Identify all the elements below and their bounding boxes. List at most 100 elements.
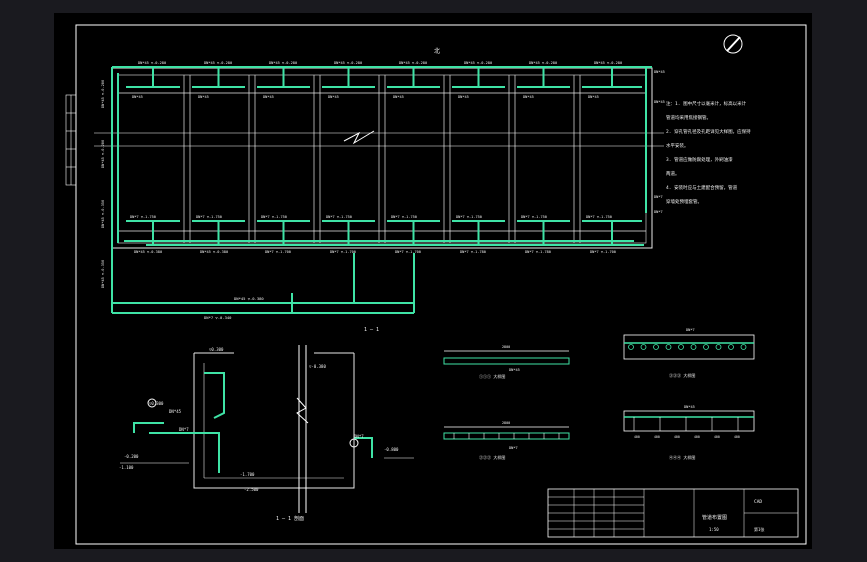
north-arrow-icon <box>723 34 743 54</box>
perforation-hole <box>740 344 747 350</box>
detail-pipe-label: DN*7 <box>509 446 518 450</box>
section-elevation: ▽0.300 <box>209 347 224 352</box>
bottom-pipe-label: DN*7 ▽-1.750 <box>521 215 547 219</box>
note-line: 管道均采用焦接钢管。 <box>666 114 711 121</box>
pipe-network <box>111 66 652 314</box>
section-view <box>120 345 414 513</box>
section-elevation: ▽0.300 <box>149 401 164 406</box>
main-pipe-label: DN*7 ▽-1.780 <box>525 250 551 254</box>
perforation-hole <box>703 344 709 350</box>
top-pipe-label: DN*45 ▽-0.280 <box>594 61 622 65</box>
note-line: 注：1. 图中尺寸以毫米计，标高以米计 <box>666 100 747 107</box>
section-pipe-label: DN*7 <box>354 434 364 439</box>
dimension: 400 <box>654 435 660 439</box>
section-pipe-label: DN*45 <box>169 409 182 414</box>
riser-label: DN*45 <box>263 95 274 99</box>
main-pipe-label: DN*7 ▽-1.700 <box>265 250 291 254</box>
main-pipe-label: DN*45 ▽-0.380 <box>134 250 162 254</box>
riser-label: DN*45 <box>132 95 143 99</box>
left-vertical-label: DN*45 ▽-0.350 <box>101 260 105 288</box>
riser-label: DN*45 <box>523 95 534 99</box>
section-title: 1 ─ 1 剖面 <box>276 515 304 522</box>
header-label: DN*45 ▽-0.380 <box>234 296 264 301</box>
title-block-text: 管道布置图 CAD 第1张 1:50 <box>702 499 764 532</box>
section-elevation: -0.200 <box>124 454 139 459</box>
note-line: 水平安装。 <box>666 142 689 149</box>
detail-drawings <box>443 334 755 440</box>
main-pipe-label: DN*7 ▽-1.700 <box>590 250 616 254</box>
perforation-hole <box>665 344 672 350</box>
sheet-number: 第1张 <box>754 526 764 532</box>
section-elevation: ▽-0.380 <box>309 364 326 369</box>
note-line: 穿墙处预埋套管。 <box>666 198 702 205</box>
scale: 1:50 <box>709 527 719 532</box>
dimension: 2800 <box>502 345 510 349</box>
top-pipe-label: DN*45 ▽-0.280 <box>399 61 427 65</box>
plan-title: 1 ─ 1 <box>364 327 379 333</box>
dimension: 2800 <box>502 421 510 425</box>
left-vertical-label: DN*45 ▽-0.280 <box>101 80 105 108</box>
riser-label: DN*45 <box>393 95 404 99</box>
detail-title: ②②② 大样图 <box>479 454 505 460</box>
detail-pipe-label: DN*7 <box>686 328 695 332</box>
main-pipe-label: DN*7 ▽-1.700 <box>395 250 421 254</box>
top-pipe-label: DN*45 ▽-0.280 <box>334 61 362 65</box>
perforation-hole <box>715 344 722 350</box>
note-line: 2. 穿孔管孔径及孔距详见大样图，应保持 <box>666 128 751 135</box>
main-pipe-label: DN*45 ▽-0.380 <box>200 250 228 254</box>
section-elevation: -1.100 <box>119 465 134 470</box>
note-line: 4. 安装时应与土建配合预留，管道 <box>666 184 738 191</box>
main-pipe-label: DN*7 ▽-1.780 <box>460 250 486 254</box>
right-side-label: DN*7 <box>654 210 663 214</box>
perforation-hole <box>640 344 647 350</box>
top-pipe-label: DN*45 ▽-0.280 <box>464 61 492 65</box>
bottom-pipe-label: DN*7 ▽-1.750 <box>196 215 222 219</box>
detail-pipe-label: DN*45 <box>509 368 520 372</box>
bottom-pipe-label: DN*7 ▽-1.750 <box>391 215 417 219</box>
cad-viewport[interactable]: DN*45 ▽-0.280 DN*45 DN*7 ▽-1.750 DN*45 ▽-0.… <box>0 0 867 562</box>
detail-title: ①①① 大样图 <box>479 373 505 379</box>
riser-label: DN*45 <box>328 95 339 99</box>
dimension: 400 <box>734 435 740 439</box>
section-labels: ▽0.300 -0.200 -1.100 -1.700 -2.500 ▽-0.380 -0.… <box>119 347 399 522</box>
drawing-canvas: DN*45 ▽-0.280 DN*45 DN*7 ▽-1.750 DN*45 ▽-0.… <box>65 24 807 545</box>
detail-pipe-label: DN*45 <box>684 405 695 409</box>
top-pipe-label: DN*45 ▽-0.280 <box>138 61 166 65</box>
main-pipe-label: DN*7 ▽-1.700 <box>330 250 356 254</box>
bottom-pipe-label: DN*7 ▽-1.750 <box>456 215 482 219</box>
detail-title: ③③③ 大样图 <box>669 372 695 378</box>
perforation-hole <box>628 344 634 350</box>
section-elevation: -0.800 <box>384 447 399 452</box>
right-side-label: DN*45 <box>654 100 665 104</box>
dimension: 400 <box>714 435 720 439</box>
dimension: 400 <box>634 435 640 439</box>
bottom-pipe-label: DN*7 ▽-1.750 <box>130 215 156 219</box>
right-side-label: DN*7 <box>654 195 663 199</box>
north-label: 北 <box>434 47 440 55</box>
note-line: 两道。 <box>666 170 680 177</box>
bottom-pipe-label: DN*7 ▽-1.750 <box>326 215 352 219</box>
note-line: 3. 管道应做防腐处理，外刷油漆 <box>666 156 733 163</box>
perforation-hole <box>678 344 684 350</box>
drawing-name: 管道布置图 <box>702 514 727 521</box>
section-elevation: -2.500 <box>244 487 259 492</box>
bottom-pipe-label: DN*7 ▽-1.750 <box>586 215 612 219</box>
top-pipe-label: DN*45 ▽-0.280 <box>529 61 557 65</box>
header-label: DN*7 ▽-0.340 <box>204 315 232 320</box>
section-pipe-label: DN*7 <box>179 427 189 432</box>
drawing-code: CAD <box>754 499 762 505</box>
riser-label: DN*45 <box>588 95 599 99</box>
dimension: 400 <box>694 435 700 439</box>
bottom-pipe-label: DN*7 ▽-1.750 <box>261 215 287 219</box>
perforation-hole <box>690 344 697 350</box>
riser-label: DN*45 <box>458 95 469 99</box>
top-pipe-label: DN*45 ▽-0.280 <box>204 61 232 65</box>
top-pipe-label: DN*45 ▽-0.280 <box>269 61 297 65</box>
perforation-hole <box>728 344 734 350</box>
left-vertical-label: DN*45 ▽-0.350 <box>101 200 105 228</box>
perforation-hole <box>653 344 659 350</box>
section-elevation: -1.700 <box>240 472 255 477</box>
drawing-sheet: DN*45 ▽-0.280 DN*45 DN*7 ▽-1.750 DN*45 ▽-0.… <box>54 13 812 549</box>
detail-labels: ①①① 大样图 ②②② 大样图 ③③③ 大样图 ④④④ 大样图 DN*45 DN*7 DN*… <box>479 328 740 460</box>
detail-title: ④④④ 大样图 <box>669 454 695 460</box>
